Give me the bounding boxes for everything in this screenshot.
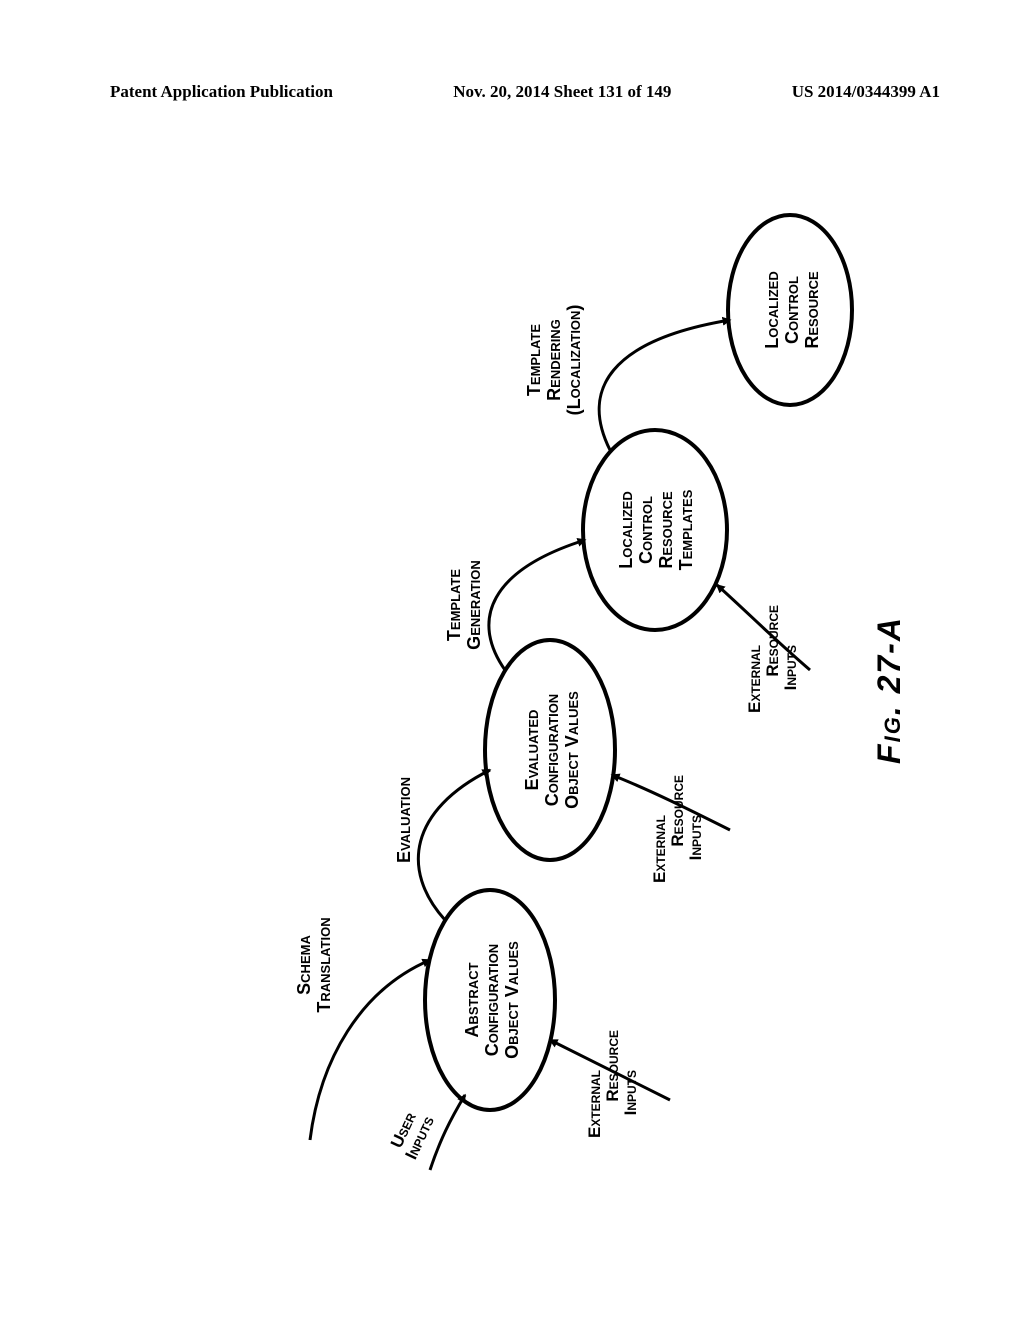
node-localized-resource-line1: Localized bbox=[762, 271, 782, 348]
figure-diagram: Abstract Configuration Object Values Eva… bbox=[110, 190, 930, 1190]
node-abstract-config-line3: Object Values bbox=[502, 941, 522, 1059]
edge-ext-res-1-label-2: Resource bbox=[603, 1030, 622, 1102]
page: Patent Application Publication Nov. 20, … bbox=[0, 0, 1024, 1320]
figure-title: Fig. 27-A bbox=[871, 616, 907, 764]
node-localized-templates-line1: Localized bbox=[616, 491, 636, 568]
edge-template-generation-label-2: Generation bbox=[464, 560, 484, 650]
figure-svg: Abstract Configuration Object Values Eva… bbox=[110, 190, 930, 1190]
node-abstract-config-line1: Abstract bbox=[462, 962, 482, 1037]
edge-ext-res-2-label-3: Inputs bbox=[686, 815, 705, 860]
node-localized-resource-line2: Control bbox=[782, 276, 802, 344]
edge-ext-res-1-label-1: External bbox=[585, 1070, 604, 1138]
node-abstract-config-line2: Configuration bbox=[482, 944, 502, 1056]
edge-template-rendering-label-1: Template bbox=[524, 324, 544, 396]
node-localized-templates-line2: Control bbox=[636, 496, 656, 564]
page-header: Patent Application Publication Nov. 20, … bbox=[110, 82, 940, 102]
header-right: US 2014/0344399 A1 bbox=[792, 82, 940, 102]
edge-template-rendering-label-3: (Localization) bbox=[564, 305, 584, 416]
edge-schema-translation-label-1: Schema bbox=[294, 935, 314, 995]
node-localized-templates-line3: Resource bbox=[656, 491, 676, 569]
edge-ext-res-2-label-1: External bbox=[650, 815, 669, 883]
node-evaluated-config-line1: Evaluated bbox=[522, 710, 542, 791]
node-evaluated-config-line2: Configuration bbox=[542, 694, 562, 806]
edge-ext-res-2-label-2: Resource bbox=[668, 775, 687, 847]
header-center: Nov. 20, 2014 Sheet 131 of 149 bbox=[453, 82, 671, 102]
edge-template-rendering-label-2: Rendering bbox=[544, 319, 564, 401]
edge-ext-res-1-label-3: Inputs bbox=[621, 1070, 640, 1115]
node-localized-templates-line4: Templates bbox=[676, 489, 696, 570]
node-localized-resource-line3: Resource bbox=[802, 271, 822, 349]
edge-template-generation-label-1: Template bbox=[444, 569, 464, 641]
node-evaluated-config-line3: Object Values bbox=[562, 691, 582, 809]
edge-evaluation-label: Evaluation bbox=[394, 777, 414, 863]
edge-ext-res-3-label-3: Inputs bbox=[781, 645, 800, 690]
rotated-content: Abstract Configuration Object Values Eva… bbox=[294, 215, 907, 1170]
edge-ext-res-3-label-2: Resource bbox=[763, 605, 782, 677]
edge-user-inputs bbox=[430, 1095, 465, 1170]
edge-ext-res-3-label-1: External bbox=[745, 645, 764, 713]
edge-user-inputs-label-group: User Inputs bbox=[385, 1106, 438, 1163]
edge-schema-translation-label-2: Translation bbox=[314, 917, 334, 1012]
header-left: Patent Application Publication bbox=[110, 82, 333, 102]
